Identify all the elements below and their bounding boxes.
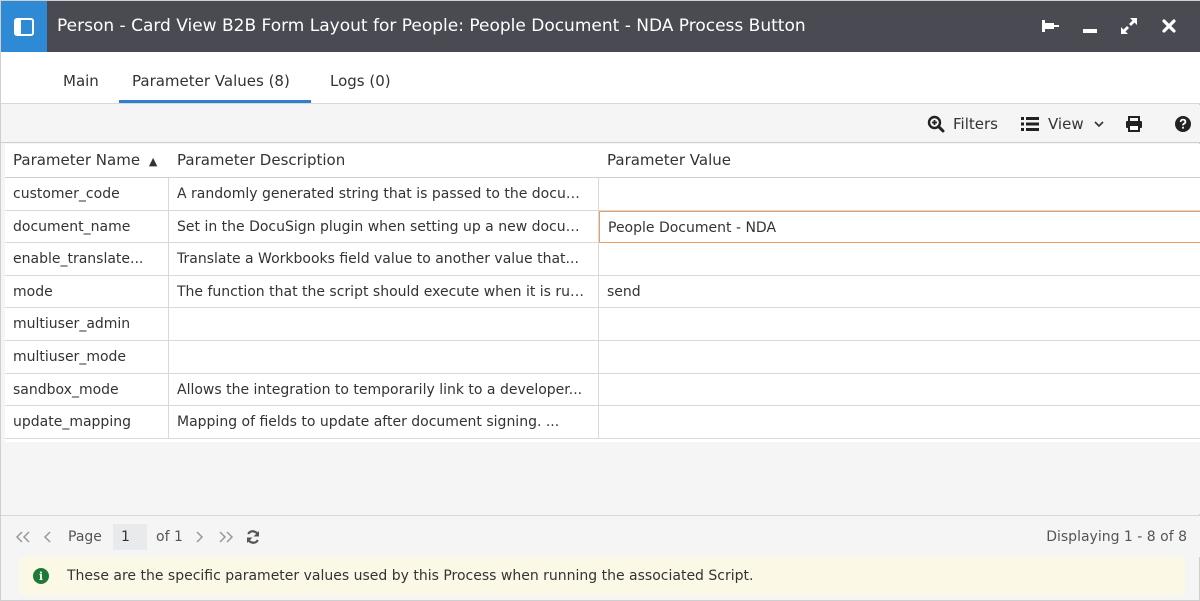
parameter-description-cell[interactable]: Mapping of fields to update after docume…: [169, 406, 599, 439]
maximize-icon[interactable]: [1114, 11, 1144, 41]
chevron-down-icon: [1094, 121, 1104, 128]
tab-parameter-values[interactable]: Parameter Values (8): [132, 72, 290, 90]
table-row[interactable]: enable_translate... Translate a Workbook…: [5, 243, 1200, 276]
previous-page-icon[interactable]: [43, 516, 53, 558]
parameter-value-cell[interactable]: [599, 178, 1200, 210]
parameter-name-cell[interactable]: mode: [5, 275, 169, 308]
zoom-in-icon: [927, 115, 945, 133]
sort-ascending-icon: ▲: [148, 155, 158, 168]
refresh-icon[interactable]: [245, 516, 261, 558]
parameter-value-cell-selected[interactable]: People Document - NDA: [599, 210, 1200, 243]
parameter-value-cell[interactable]: [599, 374, 1200, 406]
next-page-icon[interactable]: [194, 516, 204, 558]
parameter-name-cell[interactable]: enable_translate...: [5, 243, 169, 276]
table-row[interactable]: customer_code A randomly generated strin…: [5, 178, 1200, 211]
filters-button[interactable]: Filters: [927, 105, 998, 143]
parameter-name-cell[interactable]: update_mapping: [5, 406, 169, 439]
info-text: These are the specific parameter values …: [67, 568, 754, 584]
first-page-icon[interactable]: [15, 516, 31, 558]
parameter-grid: Parameter Name ▲ Parameter Description P…: [5, 144, 1200, 442]
parameter-description-cell[interactable]: Allows the integration to temporarily li…: [169, 373, 599, 406]
info-icon: i: [33, 568, 49, 584]
parameter-value-cell[interactable]: send: [599, 276, 1200, 308]
parameter-name-cell[interactable]: multiuser_mode: [5, 341, 169, 373]
page-label: Page: [68, 529, 102, 545]
table-row[interactable]: sandbox_mode Allows the integration to t…: [5, 373, 1200, 407]
paging-summary: Displaying 1 - 8 of 8: [1046, 529, 1187, 545]
close-icon[interactable]: [1154, 11, 1184, 41]
grid-header: Parameter Name ▲ Parameter Description P…: [5, 144, 1200, 178]
parameter-name-cell[interactable]: multiuser_admin: [5, 308, 169, 341]
parameter-value-cell[interactable]: [599, 341, 1200, 373]
tab-main[interactable]: Main: [63, 72, 99, 90]
pin-icon[interactable]: [1035, 11, 1065, 41]
table-row[interactable]: document_name Set in the DocuSign plugin…: [5, 210, 1200, 244]
active-tab-indicator: [119, 100, 311, 103]
dialog-window: Person - Card View B2B Form Layout for P…: [0, 0, 1200, 601]
parameter-value-cell[interactable]: [599, 406, 1200, 438]
table-row[interactable]: mode The function that the script should…: [5, 275, 1200, 309]
page-number-input[interactable]: [113, 524, 147, 550]
view-dropdown[interactable]: View: [1020, 105, 1104, 143]
table-row[interactable]: multiuser_mode: [5, 341, 1200, 374]
table-row[interactable]: multiuser_admin: [5, 308, 1200, 341]
layout-panel-icon[interactable]: [1, 1, 47, 52]
column-header-parameter-description[interactable]: Parameter Description: [169, 144, 599, 178]
help-icon[interactable]: [1175, 105, 1199, 143]
filters-label: Filters: [953, 115, 998, 133]
view-label: View: [1048, 115, 1084, 133]
parameter-description-cell[interactable]: A randomly generated string that is pass…: [169, 178, 599, 210]
window-title: Person - Card View B2B Form Layout for P…: [57, 16, 806, 36]
paging-toolbar: Page of 1 Displaying 1 - 8 of 8: [1, 515, 1200, 557]
parameter-description-cell[interactable]: [169, 308, 599, 341]
info-message: i These are the specific parameter value…: [19, 557, 1185, 595]
parameter-name-cell[interactable]: customer_code: [5, 178, 169, 210]
last-page-icon[interactable]: [218, 516, 234, 558]
print-icon[interactable]: [1125, 105, 1151, 143]
tab-logs[interactable]: Logs (0): [330, 72, 391, 90]
parameter-name-cell[interactable]: document_name: [5, 210, 169, 243]
parameter-value-cell[interactable]: [599, 308, 1200, 340]
parameter-description-cell[interactable]: Translate a Workbooks field value to ano…: [169, 243, 599, 276]
page-count-label: of 1: [156, 529, 183, 545]
parameter-value-cell[interactable]: [599, 243, 1200, 275]
parameter-description-cell[interactable]: Set in the DocuSign plugin when setting …: [169, 210, 599, 243]
grid-empty-area: [5, 442, 1200, 514]
column-header-parameter-name[interactable]: Parameter Name ▲: [5, 144, 169, 178]
grid-toolbar: Filters View: [1, 105, 1200, 143]
title-bar: Person - Card View B2B Form Layout for P…: [1, 1, 1200, 52]
list-icon: [1021, 117, 1039, 131]
tab-bar: Main Parameter Values (8) Logs (0): [1, 52, 1200, 104]
parameter-description-cell[interactable]: The function that the script should exec…: [169, 275, 599, 308]
column-header-parameter-value[interactable]: Parameter Value: [599, 144, 1200, 178]
parameter-name-cell[interactable]: sandbox_mode: [5, 373, 169, 406]
table-row[interactable]: update_mapping Mapping of fields to upda…: [5, 406, 1200, 439]
parameter-description-cell[interactable]: [169, 341, 599, 373]
minimize-icon[interactable]: [1075, 11, 1105, 41]
